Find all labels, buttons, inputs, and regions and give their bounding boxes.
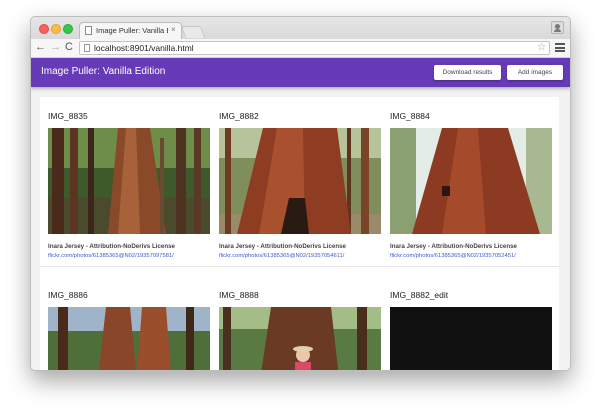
profile-icon [554, 24, 561, 32]
forward-arrow-icon[interactable]: → [50, 41, 61, 54]
menu-icon[interactable] [555, 43, 565, 52]
back-arrow-icon[interactable]: ← [35, 41, 46, 54]
app-title: Image Puller: Vanilla Edition [41, 66, 166, 77]
app-header: Image Puller: Vanilla Edition Download r… [31, 58, 570, 87]
image-photo[interactable] [48, 128, 210, 234]
star-icon[interactable]: ☆ [537, 42, 546, 54]
image-photo[interactable] [48, 307, 210, 370]
browser-toolbar: ← → C localhost:8901/vanilla.html ☆ [31, 39, 570, 58]
reload-icon[interactable]: C [65, 41, 73, 54]
page-viewport: Image Puller: Vanilla Edition Download r… [31, 58, 570, 370]
window-maximize-button[interactable] [63, 24, 73, 34]
add-images-button[interactable]: Add images [507, 65, 563, 80]
image-title: IMG_8886 [48, 290, 88, 300]
image-photo[interactable] [219, 307, 381, 370]
image-title: IMG_8882 [219, 111, 259, 121]
image-title: IMG_8882_edit [390, 290, 449, 300]
page-icon [85, 26, 92, 35]
tab-strip: Image Puller: Vanilla Edition × [31, 17, 570, 40]
browser-tab[interactable]: Image Puller: Vanilla Edition × [79, 22, 182, 39]
image-link[interactable]: flickr.com/photos/61385365@N02/193570524… [390, 253, 516, 259]
image-title: IMG_8884 [390, 111, 430, 121]
profile-button[interactable] [551, 21, 564, 34]
download-results-button[interactable]: Download results [434, 65, 501, 80]
image-link[interactable]: flickr.com/photos/61385365@N02/193570975… [48, 253, 174, 259]
window-close-button[interactable] [39, 24, 49, 34]
close-icon[interactable]: × [171, 25, 176, 34]
image-link[interactable]: flickr.com/photos/61385365@N02/193570546… [219, 253, 344, 259]
url-text[interactable]: localhost:8901/vanilla.html [94, 43, 194, 53]
image-author: Inara Jersey - Attribution-NoDerivs Lice… [219, 243, 346, 250]
image-photo[interactable] [390, 307, 552, 370]
tab-title: Image Puller: Vanilla Edition [96, 26, 168, 35]
new-tab-button[interactable] [180, 26, 206, 38]
image-photo[interactable] [390, 128, 552, 234]
image-grid: IMG_8835 Inara Jersey - Attribution-NoDe… [40, 97, 559, 370]
browser-window: Image Puller: Vanilla Edition × ← → C lo… [30, 16, 571, 371]
image-title: IMG_8835 [48, 111, 88, 121]
window-minimize-button[interactable] [51, 24, 61, 34]
image-author: Inara Jersey - Attribution-NoDerivs Lice… [390, 243, 517, 250]
image-title: IMG_8888 [219, 290, 259, 300]
page-icon [84, 44, 90, 52]
address-bar[interactable]: localhost:8901/vanilla.html ☆ [79, 41, 550, 55]
image-author: Inara Jersey - Attribution-NoDerivs Lice… [48, 243, 175, 250]
row-divider [40, 266, 559, 267]
image-photo[interactable] [219, 128, 381, 234]
